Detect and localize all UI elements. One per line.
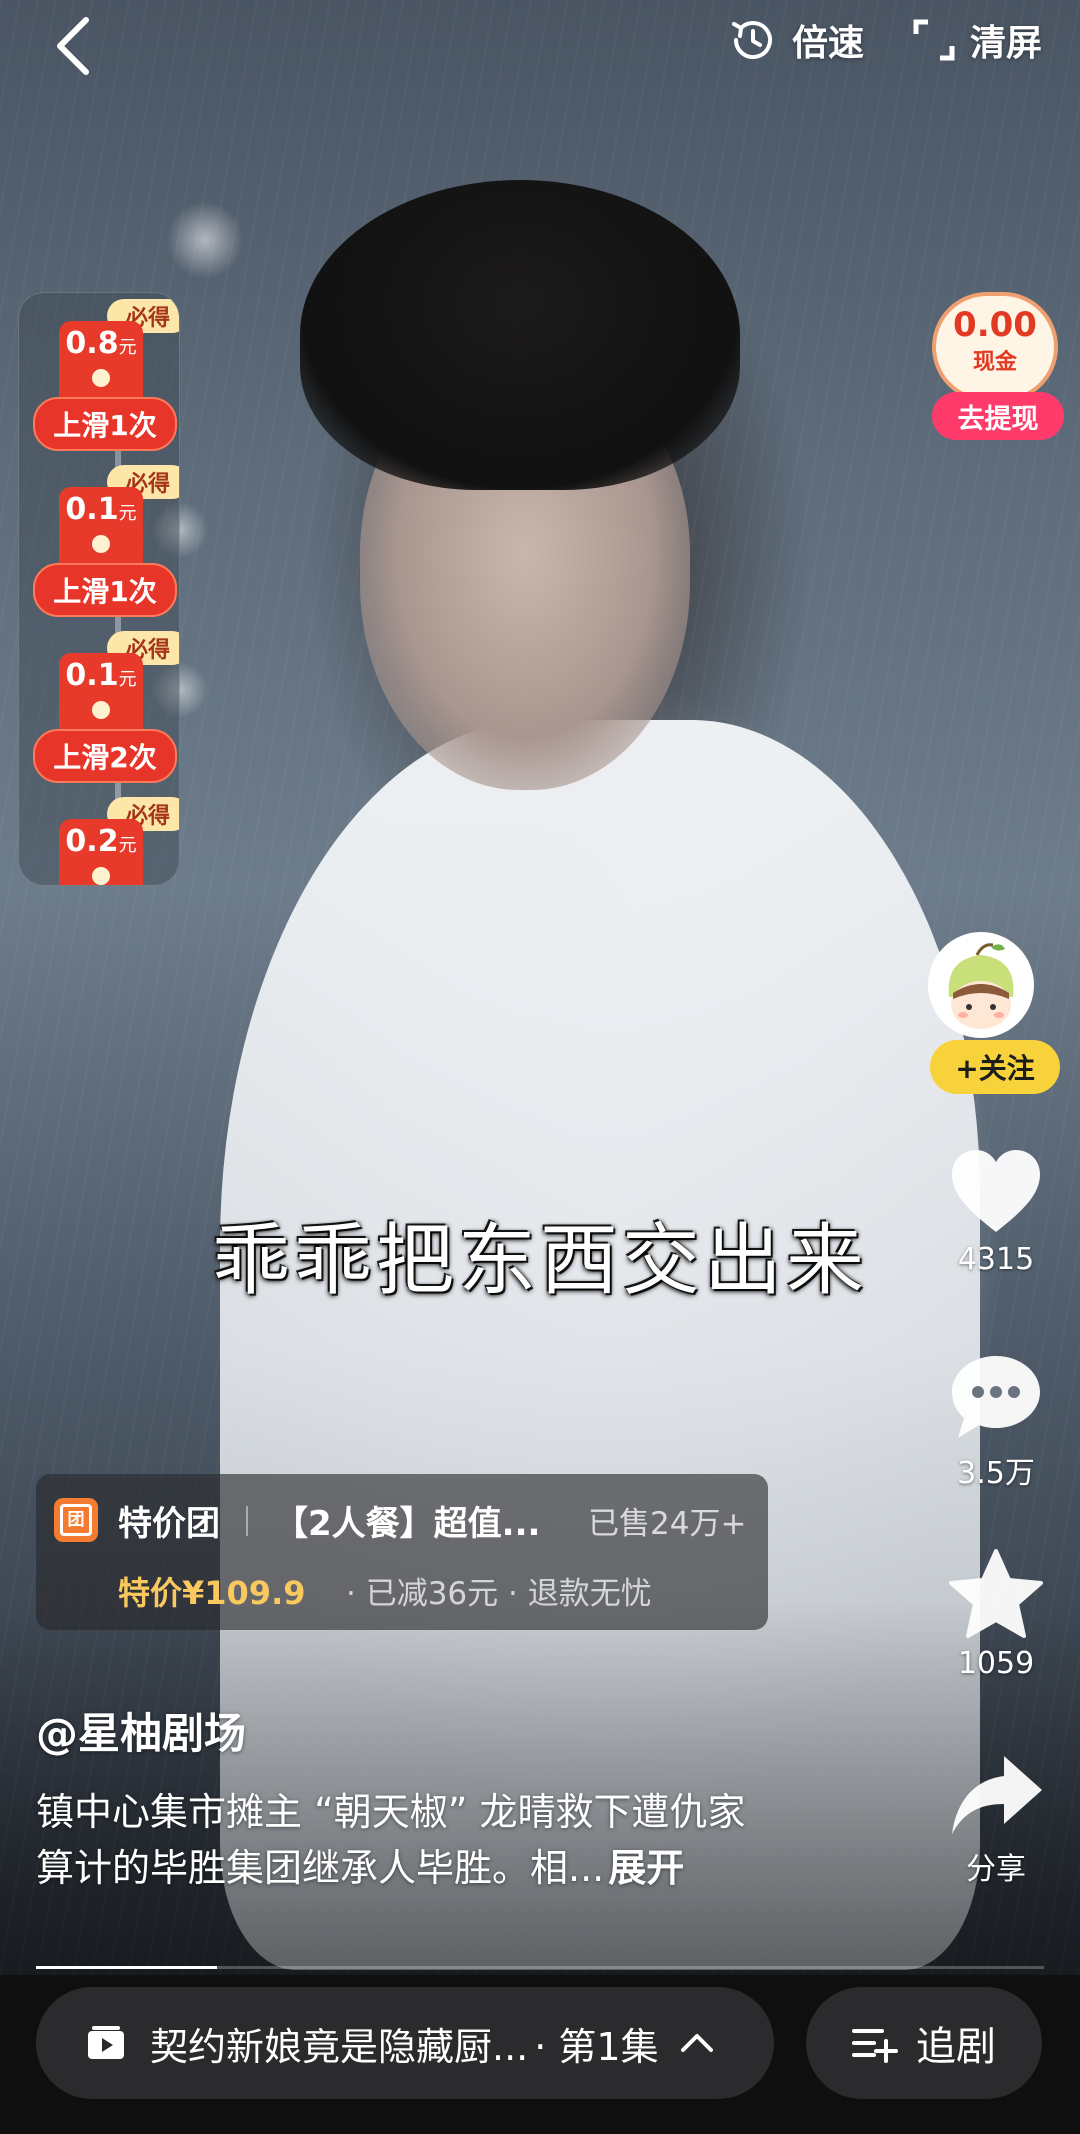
pomelo-mascot-icon: [931, 935, 1031, 1035]
envelope-seal: [92, 701, 110, 719]
episode-selector[interactable]: 契约新娘竟是隐藏厨... · 第1集: [36, 1987, 774, 2099]
playback-progress[interactable]: [36, 1966, 1044, 1969]
divider: [246, 1506, 248, 1536]
withdraw-button[interactable]: 去提现: [932, 392, 1064, 440]
reward-amount: 0.8: [65, 326, 119, 361]
group-deal-icon: 团: [54, 1498, 98, 1542]
reward-unit: 元: [118, 669, 137, 690]
share-label: 分享: [966, 1852, 1026, 1887]
top-controls: 倍速 清屏: [728, 14, 1042, 66]
sold-count: 已售24万+: [588, 1506, 747, 1542]
reward-step[interactable]: 必得 0.1元 上滑2次: [19, 625, 179, 795]
drama-title: 契约新娘竟是隐藏厨...: [150, 2024, 529, 2069]
cash-circle: 0.00 现金: [932, 292, 1058, 402]
bottom-bar: 契约新娘竟是隐藏厨... · 第1集 追剧: [0, 1975, 1080, 2134]
share-button[interactable]: 分享: [932, 1752, 1060, 1888]
reward-ladder[interactable]: 必得 0.8元 上滑1次 必得 0.1元 上滑1次 必得 0.1元 上滑2次 必…: [18, 292, 180, 886]
reward-unit: 元: [118, 503, 137, 524]
fullscreen-icon: [913, 19, 955, 61]
reward-action-label: 上滑1次: [33, 397, 177, 451]
video-subtitle: 乖乖把东西交出来: [211, 1216, 868, 1306]
playlist-play-icon: [88, 2026, 124, 2059]
deal-type-label: 特价团: [118, 1504, 220, 1544]
follow-drama-button[interactable]: 追剧: [806, 1987, 1042, 2099]
episode-number: · 第1集: [534, 2024, 659, 2069]
video-figure-hair: [300, 180, 740, 490]
red-envelope-icon: 0.1元: [59, 653, 143, 739]
progress-fill: [36, 1966, 218, 1969]
speed-label: 倍速: [791, 23, 864, 64]
product-name: 【2人餐】超值...: [274, 1504, 541, 1544]
description-line: 镇中心集市摊主 “朝天椒” 龙晴救下遭仇家: [36, 1790, 746, 1834]
envelope-seal: [92, 369, 110, 387]
reward-action-label: 上滑2次: [33, 729, 177, 783]
comment-bubble-icon: [952, 1356, 1040, 1438]
follow-drama-label: 追剧: [916, 2024, 996, 2070]
cash-widget[interactable]: 0.00 现金 去提现: [932, 292, 1064, 440]
reward-unit: 元: [118, 835, 137, 856]
share-arrow-icon: [952, 1756, 1042, 1834]
reward-amount: 0.2: [65, 824, 119, 859]
reward-step[interactable]: 必得 0.8元 上滑1次: [19, 293, 179, 463]
expand-link[interactable]: 展开: [608, 1846, 684, 1890]
chevron-left-icon: [57, 17, 89, 75]
chevron-up-icon: [680, 2034, 713, 2052]
favorite-count: 1059: [957, 1646, 1035, 1681]
reward-step[interactable]: 必得 0.1元 上滑1次: [19, 459, 179, 629]
star-icon: [949, 1549, 1043, 1638]
author-handle[interactable]: @星柚剧场: [36, 1700, 246, 1761]
video-description: 镇中心集市摊主 “朝天椒” 龙晴救下遭仇家 算计的毕胜集团继承人毕胜。相... 展…: [36, 1784, 856, 1896]
red-envelope-icon: 0.1元: [59, 487, 143, 573]
creator-avatar[interactable]: [928, 932, 1034, 1038]
red-envelope-icon: 0.2元: [59, 819, 143, 885]
clear-screen-button[interactable]: 清屏: [912, 14, 1042, 66]
favorite-button[interactable]: 1059: [932, 1548, 1060, 1681]
product-price: 特价¥109.9: [118, 1574, 306, 1612]
follow-button[interactable]: +关注: [930, 1040, 1060, 1094]
red-envelope-icon: 0.8元: [59, 321, 143, 407]
reward-unit: 元: [118, 337, 137, 358]
comment-button[interactable]: 3.5万: [932, 1352, 1060, 1492]
reward-amount: 0.1: [65, 658, 119, 693]
history-clock-icon: [731, 21, 772, 60]
back-button[interactable]: [48, 16, 108, 76]
description-line: 算计的毕胜集团继承人毕胜。相...: [36, 1846, 605, 1890]
add-to-list-icon: [852, 2029, 898, 2063]
speed-button[interactable]: 倍速: [728, 14, 864, 66]
reward-amount: 0.1: [65, 492, 119, 527]
comment-count: 3.5万: [957, 1456, 1035, 1491]
reward-action-label: 上滑1次: [33, 563, 177, 617]
cash-value: 0.00: [953, 305, 1037, 345]
reward-step[interactable]: 必得 0.2元: [19, 791, 179, 885]
envelope-seal: [92, 535, 110, 553]
product-card[interactable]: 团 特价团 【2人餐】超值... 已售24万+ 特价¥109.9 · 已减36元…: [36, 1474, 768, 1630]
product-perks: · 已减36元 · 退款无忧: [346, 1576, 652, 1612]
cash-unit: 现金: [972, 350, 1017, 375]
envelope-seal: [92, 867, 110, 885]
clear-screen-label: 清屏: [969, 23, 1042, 64]
